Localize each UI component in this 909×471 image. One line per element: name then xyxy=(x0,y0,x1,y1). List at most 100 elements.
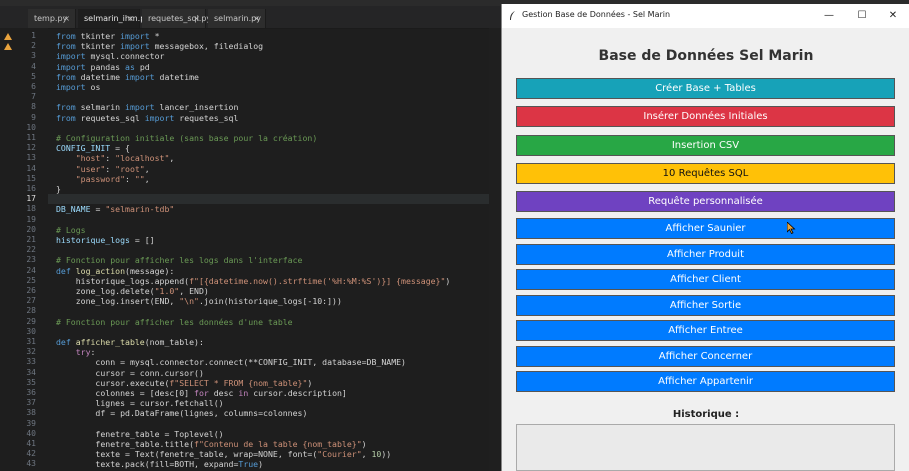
action-button[interactable]: Afficher Produit xyxy=(516,244,895,265)
code-token: colonnes = [desc[0] xyxy=(56,388,195,398)
action-button[interactable]: Insérer Données Initiales xyxy=(516,106,895,127)
mouse-cursor-icon xyxy=(787,222,796,234)
tab-close-icon[interactable]: × xyxy=(253,9,260,28)
action-button[interactable]: 10 Requêtes SQL xyxy=(516,163,895,184)
code-line: zone_log.delete("1.0", END) xyxy=(56,286,209,296)
line-number: 6 xyxy=(31,82,36,91)
line-number: 35 xyxy=(26,377,36,387)
code-line: cursor = conn.cursor() xyxy=(56,368,203,378)
editor-scrollbar[interactable] xyxy=(489,28,501,471)
editor-tab[interactable]: selmarin.py × xyxy=(208,9,266,28)
code-line: fenetre_table.title(f"Contenu de la tabl… xyxy=(56,439,366,449)
code-editor[interactable]: from tkinter import * from tkinter import… xyxy=(56,28,501,471)
action-button[interactable]: Afficher Sortie xyxy=(516,295,895,316)
action-button[interactable]: Afficher Appartenir xyxy=(516,371,895,392)
line-number: 13 xyxy=(26,153,36,163)
code-token: # Logs xyxy=(56,224,86,235)
code-token: # Fonction pour afficher les données d'u… xyxy=(56,316,293,327)
code-token: import xyxy=(125,71,160,82)
line-number: 42 xyxy=(26,449,36,459)
action-button[interactable]: Insertion CSV xyxy=(516,135,895,156)
code-token: mysql.connector xyxy=(90,51,165,62)
code-token: "root" xyxy=(115,163,145,174)
code-token: in xyxy=(238,388,254,398)
code-line: import pandas as pd xyxy=(56,62,150,72)
action-button[interactable]: Afficher Saunier xyxy=(516,218,895,239)
history-label: Historique : xyxy=(672,409,740,420)
tab-close-icon[interactable]: × xyxy=(63,9,70,28)
code-token: historique_logs.append( xyxy=(56,275,190,286)
line-number: 38 xyxy=(26,408,36,418)
line-number: 27 xyxy=(26,296,36,306)
code-token: ) xyxy=(307,377,313,388)
code-token: f"SELECT * FROM {nom_table}" xyxy=(169,377,308,388)
code-token: fenetre_table.title( xyxy=(56,439,195,449)
code-token: cursor.execute( xyxy=(56,377,170,388)
editor-tab[interactable]: requetes_sql.py × xyxy=(142,9,211,28)
line-number: 14 xyxy=(26,163,36,173)
code-line: } xyxy=(56,184,61,194)
code-token: * xyxy=(154,31,160,41)
code-token: f"Contenu de la table {nom_table}" xyxy=(194,439,362,449)
code-token: def xyxy=(56,265,76,276)
code-token: , xyxy=(144,163,150,174)
code-line: cursor.execute(f"SELECT * FROM {nom_tabl… xyxy=(56,378,312,388)
code-line: "password": "", xyxy=(56,174,150,184)
code-token: "\n" xyxy=(179,296,199,307)
code-token: # Fonction pour afficher les logs dans l… xyxy=(56,255,303,266)
code-line: # Logs xyxy=(56,225,86,235)
code-token: df = pd.DataFrame(lignes, columns=colonn… xyxy=(56,408,308,419)
code-token: afficher_table xyxy=(75,337,145,347)
tab-close-icon[interactable]: × xyxy=(127,9,134,28)
line-number: 18 xyxy=(26,204,36,214)
line-number: 31 xyxy=(26,337,36,346)
code-token: "password" xyxy=(75,173,126,184)
code-token: requetes_sql xyxy=(179,112,239,123)
code-token: "host" xyxy=(75,153,106,164)
minimize-button[interactable]: — xyxy=(816,8,842,24)
action-button[interactable]: Afficher Client xyxy=(516,269,895,290)
history-log-box[interactable] xyxy=(516,424,895,471)
code-token: CONFIG_INIT xyxy=(56,143,111,154)
code-line: DB_NAME = "selmarin-tdb" xyxy=(56,204,174,214)
code-line: CONFIG_INIT = { xyxy=(56,143,130,153)
code-token: import xyxy=(144,112,180,123)
window-title-bar[interactable]: Gestion Base de Données - Sel Marin — ☐ … xyxy=(502,4,909,28)
code-token: True xyxy=(238,459,259,470)
line-number: 29 xyxy=(26,316,36,326)
window-title: Gestion Base de Données - Sel Marin xyxy=(522,10,671,19)
close-button[interactable]: ✕ xyxy=(880,8,906,24)
code-token: , END) xyxy=(179,286,209,296)
code-line: "user": "root", xyxy=(56,164,150,174)
code-token: requetes_sql xyxy=(80,112,145,123)
code-token: import xyxy=(120,41,155,52)
editor-tab[interactable]: temp.py × xyxy=(28,9,76,28)
code-line: # Fonction pour afficher les données d'u… xyxy=(56,317,293,327)
action-button[interactable]: Requête personnalisée xyxy=(516,191,895,212)
code-token: fenetre_table = Toplevel() xyxy=(56,428,224,439)
code-token: , xyxy=(169,153,175,164)
editor-tab[interactable]: selmarin_ihm.py × xyxy=(78,9,150,28)
code-token: ) xyxy=(445,275,451,286)
line-number: 3 xyxy=(31,51,36,61)
action-button[interactable]: Afficher Entree xyxy=(516,320,895,341)
code-token: DB_NAME xyxy=(56,204,91,215)
code-token: = xyxy=(90,204,106,215)
action-button[interactable]: Créer Base + Tables xyxy=(516,78,895,99)
code-token: datetime xyxy=(159,71,199,82)
action-button[interactable]: Afficher Concerner xyxy=(516,346,895,367)
code-token: from xyxy=(56,102,81,113)
code-token: import xyxy=(56,82,91,92)
code-token: for xyxy=(194,388,214,398)
code-line: df = pd.DataFrame(lignes, columns=colonn… xyxy=(56,408,307,418)
code-token: : xyxy=(105,163,116,174)
line-number: 24 xyxy=(26,265,36,275)
code-token: )) xyxy=(381,449,392,460)
tab-close-icon[interactable]: × xyxy=(193,9,200,28)
line-number: 2 xyxy=(31,41,36,51)
maximize-button[interactable]: ☐ xyxy=(849,8,875,24)
code-token: texte = Text(fenetre_table, wrap=NONE, f… xyxy=(56,449,318,460)
code-token: cursor.description] xyxy=(253,388,347,398)
code-token: as xyxy=(125,61,140,72)
